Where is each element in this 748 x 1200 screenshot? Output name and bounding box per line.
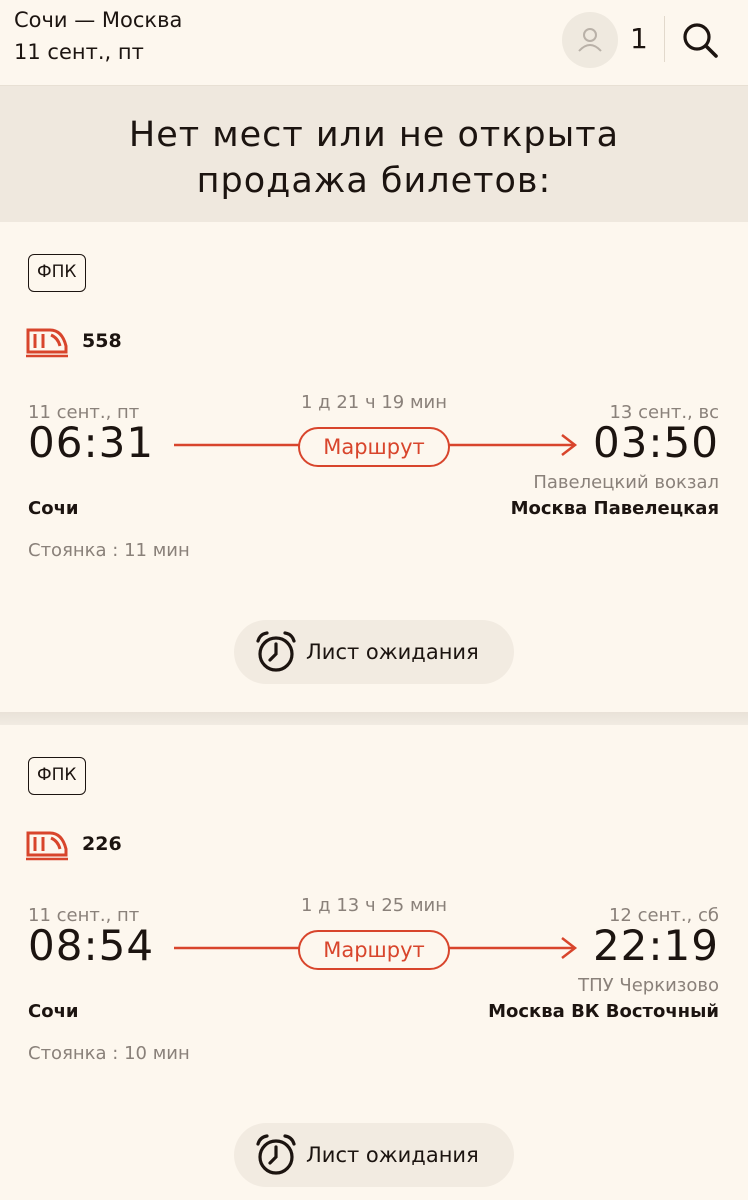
banner-line-1: Нет мест или не открыта — [128, 115, 620, 155]
stop-duration: Стоянка : 10 мин — [28, 1043, 190, 1064]
arrival-time: 03:50 — [592, 418, 719, 467]
arrival-station-detail: Павелецкий вокзал — [533, 472, 719, 493]
waiting-list-button[interactable]: Лист ожидания — [234, 1123, 514, 1187]
waiting-list-button[interactable]: Лист ожидания — [234, 620, 514, 684]
arrival-station: Москва ВК Восточный — [488, 1001, 719, 1022]
carrier-badge: ФПК — [28, 757, 86, 795]
stop-duration: Стоянка : 11 мин — [28, 540, 190, 561]
header-divider — [664, 16, 665, 62]
arrival-station-detail: ТПУ Черкизово — [578, 975, 719, 996]
train-card[interactable]: ФПК 558 11 сент., пт 1 д 21 ч 19 мин 13 … — [0, 222, 748, 712]
alarm-clock-icon — [256, 1134, 296, 1175]
no-seats-banner: Нет мест или не открыта продажа билетов: — [0, 86, 748, 222]
route-date[interactable]: 11 сент., пт — [14, 40, 144, 64]
top-bar: Сочи — Москва 11 сент., пт 1 — [0, 0, 748, 86]
search-button[interactable] — [680, 20, 720, 60]
banner-line-2: продажа билетов: — [196, 161, 552, 201]
carrier-badge: ФПК — [28, 254, 86, 292]
passenger-avatar-button[interactable] — [562, 12, 618, 68]
train-number: 558 — [82, 330, 122, 352]
departure-station: Сочи — [28, 1001, 79, 1022]
alarm-clock-icon — [256, 631, 296, 672]
passenger-count[interactable]: 1 — [630, 22, 648, 55]
train-number: 226 — [82, 833, 122, 855]
user-icon — [578, 28, 602, 52]
departure-time: 08:54 — [28, 921, 155, 970]
waiting-list-label: Лист ожидания — [306, 640, 479, 664]
arrival-station: Москва Павелецкая — [510, 498, 719, 519]
departure-time: 06:31 — [28, 418, 155, 467]
banner-heading: Нет мест или не открыта продажа билетов: — [0, 112, 748, 204]
route-title[interactable]: Сочи — Москва — [14, 8, 182, 32]
search-icon — [683, 23, 718, 58]
route-button[interactable]: Маршрут — [298, 930, 450, 970]
train-card[interactable]: ФПК 226 11 сент., пт 1 д 13 ч 25 мин 12 … — [0, 725, 748, 1200]
card-separator — [0, 712, 748, 725]
arrival-time: 22:19 — [592, 921, 719, 970]
train-icon — [26, 328, 68, 358]
route-button[interactable]: Маршрут — [298, 427, 450, 467]
departure-station: Сочи — [28, 498, 79, 519]
train-icon — [26, 831, 68, 861]
waiting-list-label: Лист ожидания — [306, 1143, 479, 1167]
